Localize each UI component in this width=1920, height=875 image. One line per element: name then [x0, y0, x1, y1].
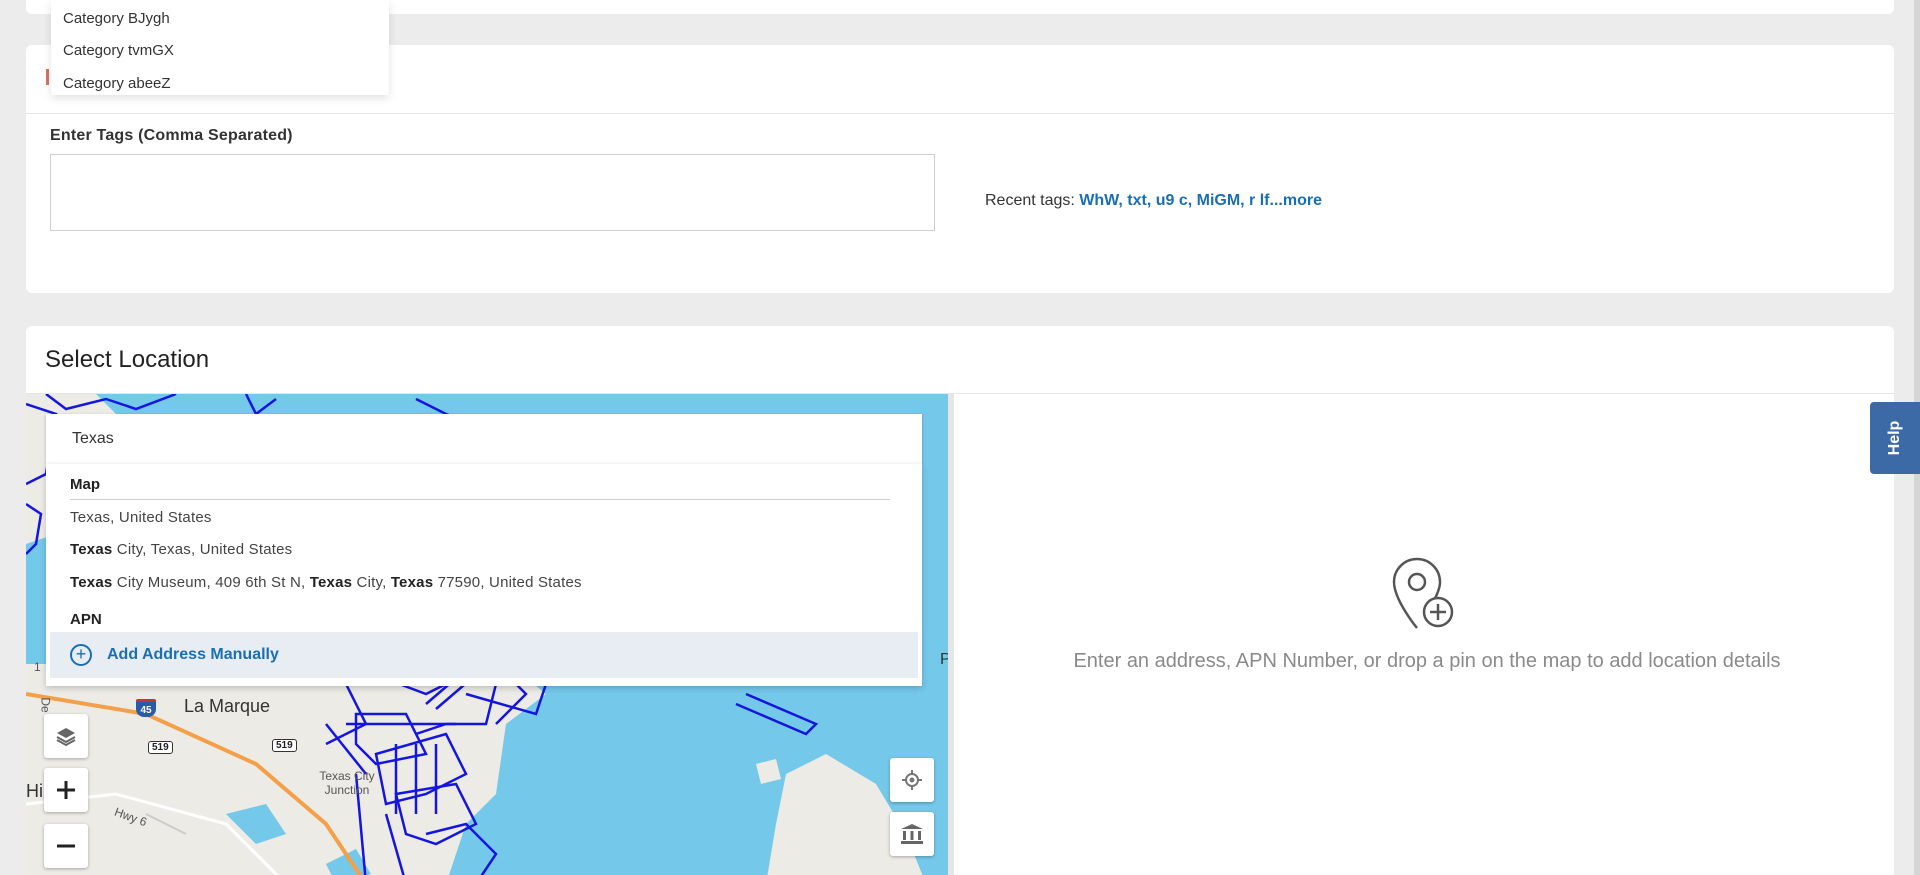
search-suggestions: Map Texas, United States Texas City, Tex…	[46, 464, 922, 686]
suggestion-match-text: Texas	[70, 541, 113, 558]
recent-tags: Recent tags: WhW, txt, u9 c, MiGM, r lf.…	[985, 192, 1322, 210]
suggestions-section-map: Map	[70, 476, 100, 493]
layers-icon	[56, 728, 76, 747]
section-title-partial	[46, 69, 49, 85]
suggestion-text: City Museum, 409 6th St N,	[112, 574, 310, 591]
add-address-manually-button[interactable]: + Add Address Manually	[50, 632, 918, 678]
map-label-la-marque: La Marque	[184, 696, 271, 716]
suggestion-text: 77590, United States	[433, 574, 582, 591]
category-dropdown-menu: Category BJygh Category tvmGX Category a…	[51, 0, 389, 95]
zoom-out-button[interactable]	[44, 824, 88, 868]
tags-divider	[26, 113, 1894, 114]
map-label-partial: Po	[940, 651, 951, 668]
location-title: Select Location	[45, 346, 210, 373]
suggestion-text: City,	[352, 574, 391, 591]
tags-input[interactable]	[50, 154, 935, 231]
help-label: Help	[1886, 420, 1903, 456]
building-icon	[901, 824, 923, 844]
recent-tags-label: Recent tags:	[985, 192, 1075, 209]
category-option[interactable]: Category tvmGX	[63, 42, 174, 59]
add-location-pin-icon	[1392, 557, 1454, 629]
map-view[interactable]: Map Texas, United States Texas City, Tex…	[26, 394, 954, 875]
recent-tags-link[interactable]: WhW, txt, u9 c, MiGM, r lf...more	[1079, 192, 1322, 209]
map-label-texas-city-junction: Texas City Junction	[319, 769, 375, 797]
category-option[interactable]: Category BJygh	[63, 10, 170, 27]
suggestion-item[interactable]: Texas, United States	[70, 509, 212, 526]
route-shield: 519	[272, 739, 297, 752]
location-empty-state: Enter an address, APN Number, or drop a …	[960, 394, 1894, 875]
plus-icon	[57, 781, 75, 799]
parcel-layer-button[interactable]	[890, 812, 934, 856]
map-label-partial: De	[38, 697, 53, 713]
suggestion-match-text: Texas	[309, 574, 353, 591]
suggestion-text: City, Texas, United States	[112, 541, 293, 558]
interstate-shield: 45	[136, 699, 156, 717]
minus-icon	[57, 844, 75, 848]
help-tab[interactable]: Help	[1870, 402, 1920, 474]
suggestion-item[interactable]: Texas City Museum, 409 6th St N, Texas C…	[70, 574, 582, 591]
empty-state-message: Enter an address, APN Number, or drop a …	[1073, 650, 1781, 672]
suggestions-section-apn: APN	[70, 611, 102, 628]
suggestion-match-text: Texas	[390, 574, 434, 591]
category-option[interactable]: Category abeeZ	[63, 75, 171, 92]
suggestion-text: Texas, United States	[70, 509, 212, 526]
locate-me-button[interactable]	[890, 758, 934, 802]
crosshair-icon	[902, 770, 922, 790]
route-shield: 519	[148, 741, 173, 754]
suggestion-item[interactable]: Texas City, Texas, United States	[70, 541, 292, 558]
zoom-in-button[interactable]	[44, 768, 88, 812]
map-layers-button[interactable]	[44, 714, 88, 758]
section-divider	[70, 499, 890, 500]
address-search-box[interactable]	[46, 414, 922, 464]
address-search-input[interactable]	[46, 414, 922, 464]
map-label-partial: 1	[34, 660, 41, 674]
tags-label: Enter Tags (Comma Separated)	[50, 127, 293, 144]
add-circle-icon: +	[70, 644, 92, 666]
add-address-manually-label: Add Address Manually	[107, 646, 279, 663]
suggestion-match-text: Texas	[70, 574, 113, 591]
